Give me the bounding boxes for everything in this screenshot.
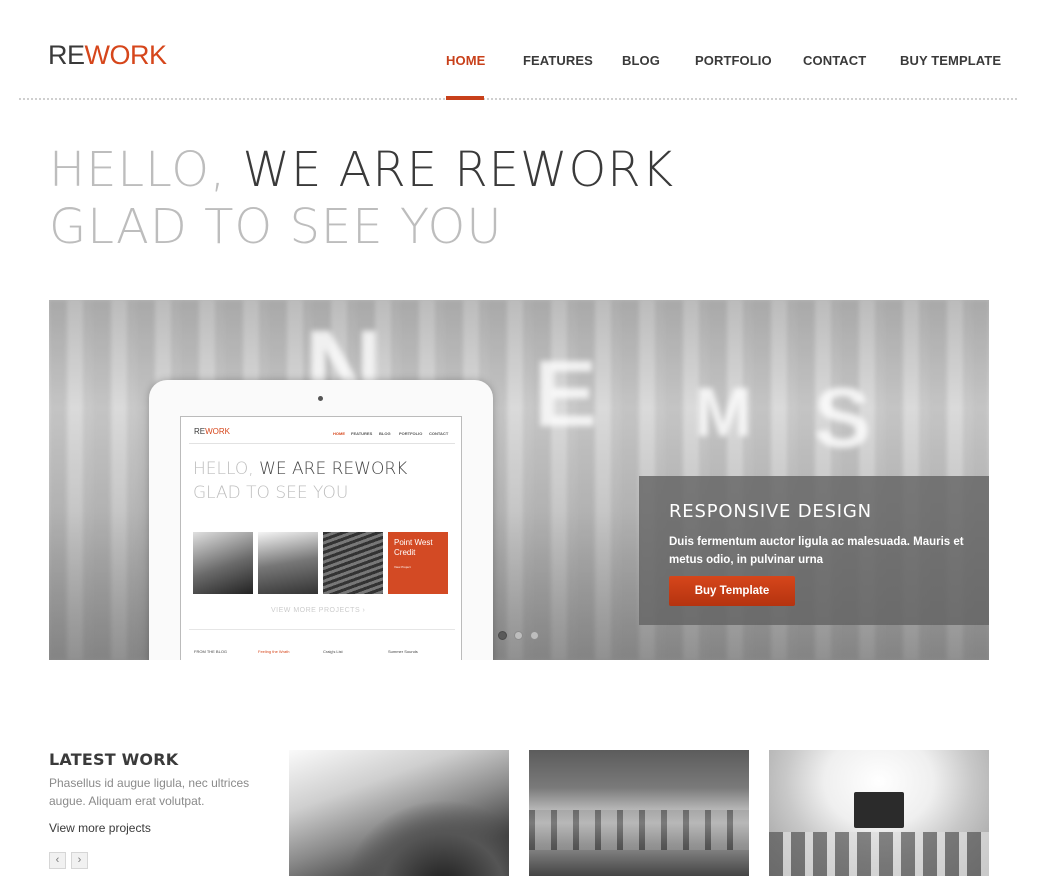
latest-work-title: LATEST WORK <box>49 750 179 769</box>
prev-arrow-icon[interactable]: ‹ <box>49 852 66 869</box>
nav-buy-template[interactable]: BUY TEMPLATE <box>900 53 1001 68</box>
tablet-footer-item: Craig's List <box>323 649 343 654</box>
caption-text: Duis fermentum auctor ligula ac malesuad… <box>669 536 964 566</box>
hero-hello: HELLO, <box>49 142 227 198</box>
logo[interactable]: REWORK <box>48 40 167 71</box>
tablet-screen: REWORK HOME FEATURES BLOG PORTFOLIO CONT… <box>180 416 462 660</box>
tablet-footer-divider <box>189 629 455 630</box>
tablet-nav-contact: CONTACT <box>429 431 449 436</box>
work-thumbnail-parked-cars[interactable] <box>529 750 749 876</box>
hero-title: HELLO, WE ARE REWORK GLAD TO SEE YOU <box>49 142 674 256</box>
tablet-nav-blog: BLOG <box>379 431 391 436</box>
tablet-footer-item: Feeling the Wrath <box>258 649 290 654</box>
buy-template-button[interactable]: Buy Template <box>669 576 795 606</box>
slide-bg-letter: M <box>694 373 753 451</box>
nav-home[interactable]: HOME <box>446 53 485 68</box>
work-thumbnail-cars-closeup[interactable] <box>289 750 509 876</box>
slider-dot-1[interactable] <box>498 631 507 640</box>
tablet-divider <box>189 443 455 444</box>
tablet-view-more: VIEW MORE PROJECTS › <box>271 607 366 614</box>
tablet-footer-item: Summer Sounds <box>388 649 418 654</box>
nav-features[interactable]: FEATURES <box>523 53 593 68</box>
tablet-logo-re: RE <box>194 427 206 436</box>
hero-glad: GLAD TO SEE YOU <box>49 199 503 255</box>
hero-we-are: WE ARE REWORK <box>242 142 675 198</box>
tablet-nav-features: FEATURES <box>351 431 373 436</box>
nav-active-indicator <box>446 96 484 100</box>
tablet-thumb-highlight: Point West Credit View Project <box>388 532 448 594</box>
tablet-logo: REWORK <box>194 427 230 436</box>
caption-title: RESPONSIVE DESIGN <box>669 501 872 522</box>
tablet-camera <box>318 396 323 401</box>
slider-pagination <box>498 631 539 640</box>
view-more-projects-link[interactable]: View more projects <box>49 821 151 835</box>
tablet-tile-sub: View Project <box>394 565 411 569</box>
tablet-hero-hello: HELLO, <box>193 459 254 479</box>
hero-slider[interactable]: N E M S REWORK HOME FEATURES BLOG PORTFO… <box>49 300 989 660</box>
slide-bg-letter: E <box>534 341 598 447</box>
tablet-thumb <box>258 532 318 594</box>
nav-contact[interactable]: CONTACT <box>803 53 866 68</box>
tablet-thumb <box>323 532 383 594</box>
header-divider <box>19 98 1018 100</box>
work-thumbnail-aircraft-cabin[interactable] <box>769 750 989 876</box>
tablet-hero: HELLO, WE ARE REWORK GLAD TO SEE YOU <box>193 457 407 505</box>
tablet-thumb <box>193 532 253 594</box>
nav-blog[interactable]: BLOG <box>622 53 660 68</box>
tablet-nav-home: HOME <box>333 431 345 436</box>
slider-dot-3[interactable] <box>530 631 539 640</box>
tablet-tile-title: Point West Credit <box>394 538 433 557</box>
logo-re: RE <box>48 40 85 70</box>
tablet-hero-we-are: WE ARE REWORK <box>259 459 408 479</box>
slider-dot-2[interactable] <box>514 631 523 640</box>
logo-work: WORK <box>84 40 168 70</box>
tablet-nav-portfolio: PORTFOLIO <box>399 431 423 436</box>
tablet-logo-work: WORK <box>205 427 231 436</box>
nav-portfolio[interactable]: PORTFOLIO <box>695 53 772 68</box>
slide-caption: RESPONSIVE DESIGN Duis fermentum auctor … <box>639 476 989 625</box>
latest-work-description: Phasellus id augue ligula, nec ultrices … <box>49 776 250 808</box>
slide-bg-letter: S <box>814 371 871 466</box>
tablet-footer-item: FROM THE BLOG <box>194 649 228 654</box>
tablet-hero-glad: GLAD TO SEE YOU <box>193 483 349 503</box>
next-arrow-icon[interactable]: › <box>71 852 88 869</box>
tablet-mockup: REWORK HOME FEATURES BLOG PORTFOLIO CONT… <box>149 380 493 660</box>
